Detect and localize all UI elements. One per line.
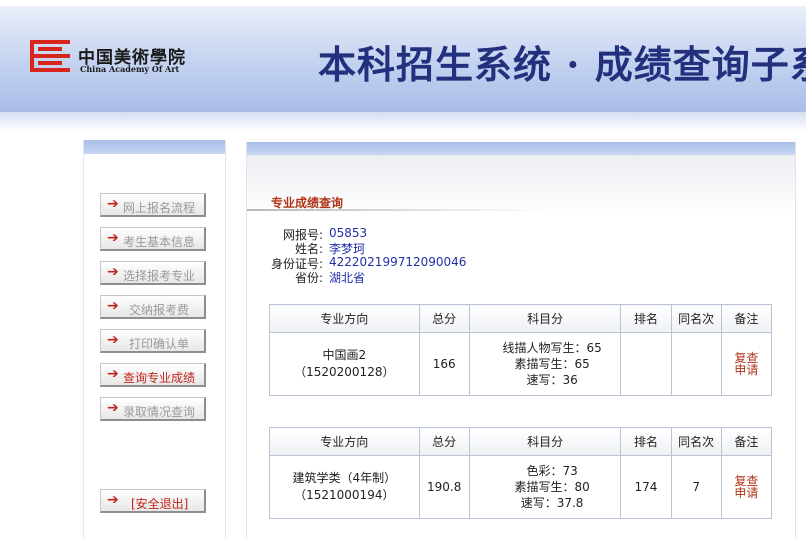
same-rank-value — [670, 332, 722, 396]
sidebar-item-label: 查询专业成绩 — [123, 371, 196, 385]
col-header-remark: 备注 — [720, 427, 773, 456]
major-code: （1520200128） — [294, 365, 395, 379]
review-request-line2: 申请 — [734, 485, 759, 500]
same-rank-value: 7 — [670, 455, 722, 519]
col-header-same-rank: 同名次 — [670, 427, 722, 456]
major-cell: 中国画2 （1520200128） — [269, 332, 420, 396]
info-value-id-number: 422202199712090046 — [329, 255, 467, 269]
info-label-province: 省份: — [294, 271, 323, 285]
header-band — [0, 112, 806, 132]
sidebar-item-label: 打印确认单 — [129, 337, 190, 351]
arrow-right-icon: ➔ — [107, 400, 119, 416]
col-header-major: 专业方向 — [269, 304, 420, 333]
subject-scores: 线描人物写生：65 素描写生：65 速写：36 — [468, 332, 622, 396]
section-divider — [247, 209, 547, 211]
subject-score: 素描写生：80 — [514, 480, 590, 494]
remark-cell: 复查 申请 — [720, 332, 773, 396]
logout-button[interactable]: ➔ [安全退出] — [100, 489, 206, 513]
arrow-right-icon: ➔ — [107, 298, 119, 314]
logout-label: [安全退出] — [131, 497, 189, 511]
table-header-row: 专业方向 总分 科目分 排名 同名次 备注 — [269, 304, 773, 333]
score-table: 专业方向 总分 科目分 排名 同名次 备注 建筑学类（4年制） （1521000… — [269, 427, 773, 519]
arrow-right-icon: ➔ — [107, 264, 119, 280]
remark-cell: 复查 申请 — [720, 455, 773, 519]
major-name: 建筑学类（4年制） — [292, 471, 397, 485]
academy-logo-icon — [30, 40, 70, 72]
subject-score: 色彩：73 — [526, 464, 578, 478]
col-header-total: 总分 — [418, 304, 470, 333]
col-header-rank: 排名 — [620, 427, 672, 456]
major-code: （1521000194） — [294, 488, 395, 502]
sidebar-item-label: 交纳报考费 — [129, 303, 190, 317]
sidebar-item-label: 考生基本信息 — [123, 235, 196, 249]
subject-score: 速写：37.8 — [520, 496, 584, 510]
col-header-same-rank: 同名次 — [670, 304, 722, 333]
sidebar-item-select-major[interactable]: ➔ 选择报考专业 — [100, 261, 206, 285]
subject-score: 线描人物写生：65 — [502, 341, 602, 355]
col-header-subjects: 科目分 — [468, 304, 622, 333]
arrow-right-icon: ➔ — [107, 230, 119, 246]
sidebar-item-applicant-info[interactable]: ➔ 考生基本信息 — [100, 227, 206, 251]
review-request-link[interactable]: 复查 申请 — [734, 475, 758, 499]
sidebar-item-label: 选择报考专业 — [123, 269, 196, 283]
academy-name-en: China Academy Of Art — [80, 64, 180, 74]
table-header-row: 专业方向 总分 科目分 排名 同名次 备注 — [269, 427, 773, 456]
arrow-right-icon: ➔ — [107, 366, 119, 382]
info-value-province: 湖北省 — [329, 271, 366, 285]
rank-value: 174 — [620, 455, 672, 519]
rank-value — [620, 332, 672, 396]
score-table: 专业方向 总分 科目分 排名 同名次 备注 中国画2 （1520200128） … — [269, 304, 773, 396]
col-header-total: 总分 — [418, 427, 470, 456]
review-request-line2: 申请 — [734, 362, 759, 377]
sidebar-item-query-scores[interactable]: ➔ 查询专业成绩 — [100, 363, 206, 387]
sidebar-item-label: 录取情况查询 — [123, 405, 196, 419]
main-panel: 专业成绩查询 网报号: 05853 姓名: 李梦珂 身份证号: 42220219… — [246, 142, 796, 538]
arrow-right-icon: ➔ — [107, 196, 119, 212]
info-value-registration-no: 05853 — [329, 226, 368, 240]
sidebar-top-bar — [84, 140, 225, 154]
system-title: 本科招生系统 · 成绩查询子系统 — [318, 42, 806, 87]
panel-top-bar — [247, 142, 795, 155]
arrow-right-icon: ➔ — [107, 492, 119, 508]
panel-content: 专业成绩查询 网报号: 05853 姓名: 李梦珂 身份证号: 42220219… — [247, 155, 795, 538]
arrow-right-icon: ➔ — [107, 332, 119, 348]
major-cell: 建筑学类（4年制） （1521000194） — [269, 455, 420, 519]
sidebar-item-pay-fee[interactable]: ➔ 交纳报考费 — [100, 295, 206, 319]
review-request-link[interactable]: 复查 申请 — [734, 352, 758, 376]
col-header-remark: 备注 — [720, 304, 773, 333]
total-score: 190.8 — [418, 455, 470, 519]
table-row: 建筑学类（4年制） （1521000194） 190.8 色彩：73 素描写生：… — [269, 455, 773, 519]
subject-score: 素描写生：65 — [514, 357, 590, 371]
col-header-major: 专业方向 — [269, 427, 420, 456]
subject-score: 速写：36 — [526, 373, 578, 387]
subject-scores: 色彩：73 素描写生：80 速写：37.8 — [468, 455, 622, 519]
table-row: 中国画2 （1520200128） 166 线描人物写生：65 素描写生：65 … — [269, 332, 773, 396]
col-header-subjects: 科目分 — [468, 427, 622, 456]
sidebar-item-label: 网上报名流程 — [123, 201, 196, 215]
col-header-rank: 排名 — [620, 304, 672, 333]
major-name: 中国画2 — [322, 348, 367, 362]
total-score: 166 — [418, 332, 470, 396]
page-header: 中国美術學院 China Academy Of Art 本科招生系统 · 成绩查… — [0, 0, 806, 112]
sidebar-item-print-confirmation[interactable]: ➔ 打印确认单 — [100, 329, 206, 353]
sidebar-item-admission-status[interactable]: ➔ 录取情况查询 — [100, 397, 206, 421]
sidebar-item-registration-process[interactable]: ➔ 网上报名流程 — [100, 193, 206, 217]
sidebar: ➔ 网上报名流程 ➔ 考生基本信息 ➔ 选择报考专业 ➔ 交纳报考费 ➔ 打印确… — [83, 140, 226, 538]
